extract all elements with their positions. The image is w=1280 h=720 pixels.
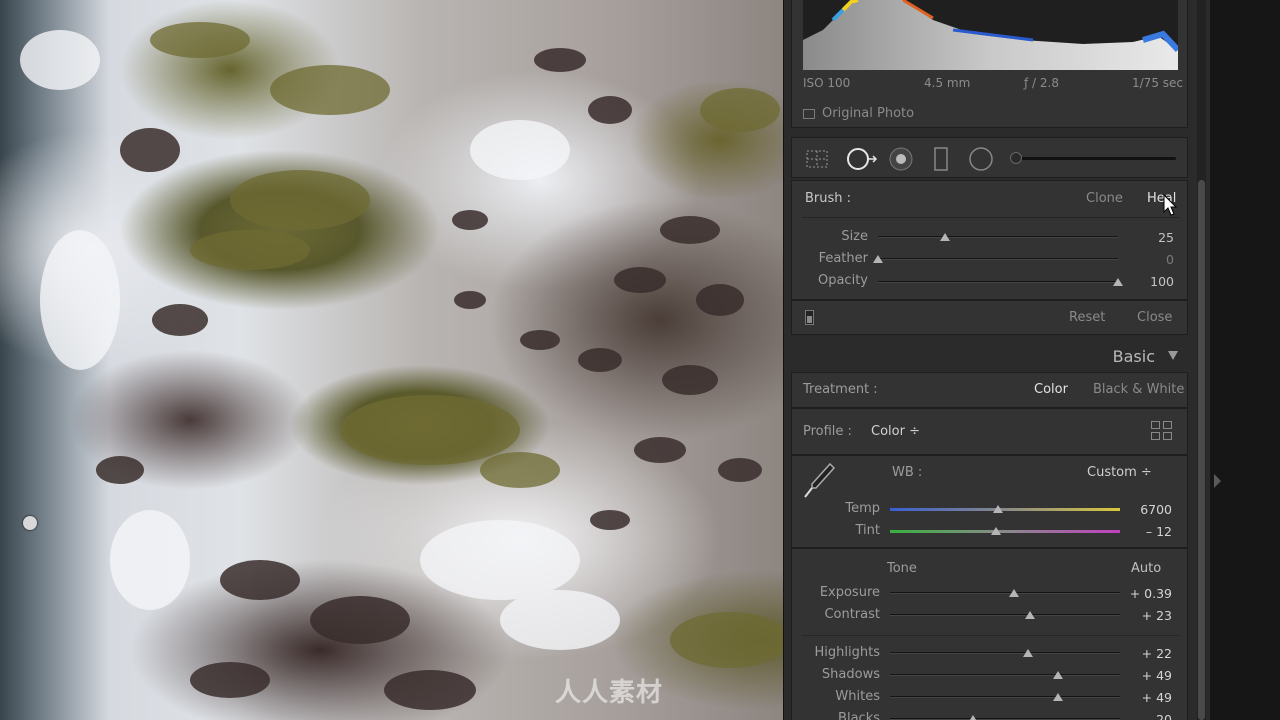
develop-right-panel: ISO 100 4.5 mm ƒ / 2.8 1/75 sec Original…	[783, 0, 1210, 720]
brush-divider	[802, 217, 1179, 218]
whites-value[interactable]: + 49	[1112, 690, 1172, 705]
size-value[interactable]: 25	[1114, 230, 1174, 245]
contrast-slider-track[interactable]	[890, 614, 1120, 616]
histogram-panel: ISO 100 4.5 mm ƒ / 2.8 1/75 sec Original…	[791, 0, 1188, 128]
contrast-value[interactable]: + 23	[1112, 608, 1172, 623]
treatment-bw-option[interactable]: Black & White	[1093, 382, 1184, 397]
size-slider-thumb[interactable]	[940, 233, 951, 241]
brush-clone-option[interactable]: Clone	[1086, 191, 1123, 206]
collapse-triangle-icon[interactable]	[1168, 351, 1178, 360]
spot-removal-options: Brush : Clone Heal Size 25 Feather 0 Opa…	[791, 180, 1188, 300]
profile-dropdown[interactable]: Color ÷	[871, 424, 920, 439]
panel-scrollbar[interactable]	[1197, 0, 1206, 720]
original-photo-label: Original Photo	[822, 106, 915, 121]
photo-canvas[interactable]: 人人素材	[0, 0, 783, 720]
original-photo-toggle[interactable]: Original Photo	[803, 106, 914, 121]
panel-scrollbar-thumb[interactable]	[1198, 180, 1205, 720]
whites-label: Whites	[835, 689, 880, 704]
adjustment-brush-track	[1014, 157, 1176, 160]
temp-label: Temp	[845, 501, 880, 516]
highlights-slider-track[interactable]	[890, 652, 1120, 654]
feather-label: Feather	[818, 251, 868, 266]
whites-slider-track[interactable]	[890, 696, 1120, 698]
highlights-label: Highlights	[814, 645, 880, 660]
treatment-label: Treatment :	[803, 382, 878, 397]
basic-panel-header[interactable]: Basic	[791, 340, 1188, 372]
exif-focal-length: 4.5 mm	[924, 76, 971, 90]
photo-texture	[20, 22, 783, 710]
crop-overlay-icon[interactable]	[805, 147, 829, 171]
exposure-slider-track[interactable]	[890, 592, 1120, 594]
shadows-slider-thumb[interactable]	[1052, 671, 1063, 679]
highlights-slider-thumb[interactable]	[1023, 649, 1033, 657]
exif-aperture: ƒ / 2.8	[1024, 76, 1059, 90]
blacks-label: Blacks	[838, 711, 880, 720]
tool-strip	[791, 137, 1188, 178]
tint-slider-thumb[interactable]	[990, 527, 1001, 535]
treatment-color-option[interactable]: Color	[1034, 382, 1068, 397]
shadows-slider-track[interactable]	[890, 674, 1120, 676]
eyedropper-icon[interactable]	[802, 460, 838, 500]
profile-row: Profile : Color ÷	[791, 408, 1188, 455]
profile-browser-icon[interactable]	[1151, 421, 1173, 441]
profile-label: Profile :	[803, 424, 852, 439]
size-label: Size	[841, 229, 868, 244]
white-balance-section: WB : Custom ÷ Temp 6700 Tint – 12	[791, 455, 1188, 548]
tint-label: Tint	[855, 523, 881, 538]
exif-iso: ISO 100	[803, 76, 851, 90]
exposure-value[interactable]: + 0.39	[1112, 586, 1172, 601]
spot-removal-icon[interactable]	[846, 147, 880, 171]
photo-drag-handle[interactable]	[23, 516, 37, 530]
mouse-cursor-icon	[1163, 194, 1178, 216]
auto-tone-button[interactable]: Auto	[1131, 561, 1161, 576]
wb-label: WB :	[892, 465, 923, 480]
shadows-value[interactable]: + 49	[1112, 668, 1172, 683]
tone-divider	[802, 635, 1179, 636]
temp-slider-thumb[interactable]	[993, 505, 1004, 513]
wb-dropdown[interactable]: Custom ÷	[1087, 465, 1152, 480]
feather-value[interactable]: 0	[1114, 252, 1174, 267]
opacity-value[interactable]: 100	[1114, 274, 1174, 289]
blacks-slider-thumb[interactable]	[967, 715, 978, 720]
temp-value[interactable]: 6700	[1112, 502, 1172, 517]
size-slider-track[interactable]	[878, 236, 1118, 238]
tone-label: Tone	[887, 561, 917, 576]
radial-filter-icon[interactable]	[969, 147, 993, 171]
watermark: 人人素材	[555, 678, 664, 708]
blacks-value[interactable]: – 20	[1112, 712, 1172, 720]
exposure-label: Exposure	[819, 585, 880, 600]
tint-value[interactable]: – 12	[1112, 524, 1172, 539]
adjustment-brush-icon[interactable]	[1010, 152, 1022, 164]
red-eye-icon[interactable]	[889, 147, 913, 171]
graduated-filter-icon[interactable]	[929, 147, 953, 171]
brush-label: Brush :	[805, 191, 852, 206]
treatment-row: Treatment : Color Black & White	[791, 372, 1188, 408]
feather-slider-thumb[interactable]	[873, 255, 883, 263]
expand-panel-arrow-icon[interactable]	[1214, 474, 1221, 488]
exif-shutter: 1/75 sec	[1132, 76, 1183, 90]
opacity-slider-track[interactable]	[878, 281, 1118, 283]
exposure-slider-thumb[interactable]	[1009, 589, 1020, 597]
highlights-value[interactable]: + 22	[1112, 646, 1172, 661]
shadows-label: Shadows	[821, 667, 880, 682]
basic-panel-title: Basic	[1112, 347, 1155, 366]
contrast-label: Contrast	[824, 607, 880, 622]
reset-button[interactable]: Reset	[1069, 310, 1105, 325]
temp-slider-track[interactable]	[890, 508, 1120, 511]
opacity-label: Opacity	[817, 273, 868, 288]
right-edge-strip	[1210, 0, 1280, 720]
tool-on-off-switch[interactable]	[805, 310, 814, 325]
tool-footer: Reset Close	[791, 300, 1188, 335]
original-photo-checkbox[interactable]	[803, 108, 815, 119]
tint-slider-track[interactable]	[890, 530, 1120, 533]
histogram	[803, 0, 1178, 70]
feather-slider-track[interactable]	[878, 258, 1118, 260]
close-button[interactable]: Close	[1137, 310, 1172, 325]
whites-slider-thumb[interactable]	[1052, 693, 1063, 701]
tone-section: Tone Auto Exposure + 0.39 Contrast + 23 …	[791, 548, 1188, 720]
contrast-slider-thumb[interactable]	[1025, 611, 1036, 619]
